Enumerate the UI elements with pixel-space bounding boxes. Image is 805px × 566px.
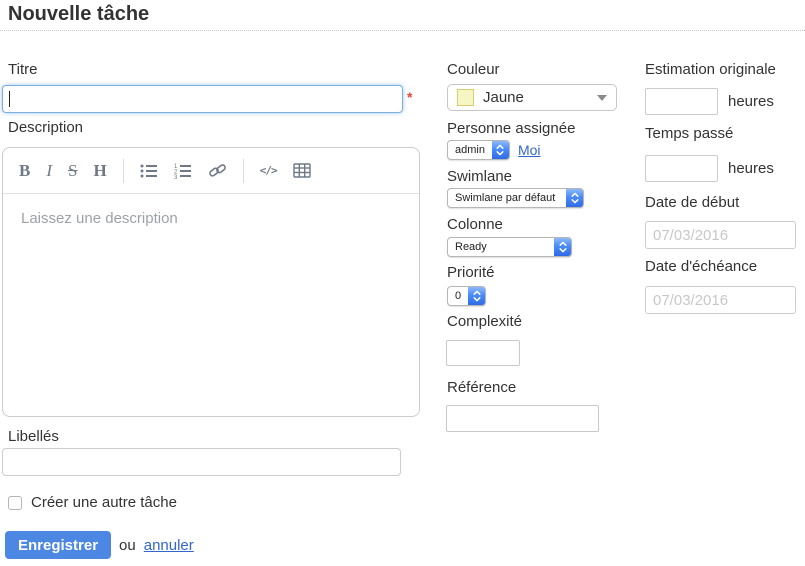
swimlane-selected-value: Swimlane par défaut: [455, 192, 555, 204]
heading-icon[interactable]: H: [93, 162, 106, 179]
column-label: Colonne: [447, 216, 503, 233]
text-caret: [9, 91, 10, 107]
ordered-list-icon[interactable]: 123: [174, 163, 192, 179]
select-stepper-icon: [566, 189, 583, 207]
estimate-label: Estimation originale: [645, 61, 776, 78]
required-asterisk: *: [407, 89, 412, 105]
create-another-label: Créer une autre tâche: [31, 494, 177, 511]
swimlane-select[interactable]: Swimlane par défaut: [447, 188, 584, 208]
labels-label: Libellés: [8, 428, 59, 445]
assign-to-me-link[interactable]: Moi: [518, 142, 541, 158]
description-editor: B I S H 123: [2, 147, 420, 417]
priority-selected-value: 0: [455, 290, 461, 302]
labels-input[interactable]: [2, 448, 401, 476]
reference-input[interactable]: [446, 405, 599, 432]
assignee-select[interactable]: admin: [447, 140, 510, 160]
page-header: Nouvelle tâche: [0, 0, 805, 31]
color-label: Couleur: [447, 61, 500, 78]
assignee-label: Personne assignée: [447, 120, 575, 137]
toolbar-separator: [123, 159, 124, 183]
spent-label: Temps passé: [645, 125, 733, 142]
start-date-label: Date de début: [645, 194, 739, 211]
link-icon[interactable]: [208, 162, 227, 179]
editor-toolbar: B I S H 123: [3, 148, 419, 194]
due-date-label: Date d'échéance: [645, 258, 757, 275]
strikethrough-icon[interactable]: S: [68, 162, 77, 179]
estimate-input[interactable]: [645, 88, 718, 115]
reference-label: Référence: [447, 379, 516, 396]
form-actions: Enregistrer ou annuler: [5, 531, 194, 559]
create-another-checkbox[interactable]: [8, 496, 22, 510]
spent-unit: heures: [728, 160, 774, 177]
column-selected-value: Ready: [455, 241, 487, 253]
description-placeholder: Laissez une description: [21, 210, 178, 227]
cancel-link[interactable]: annuler: [144, 537, 194, 554]
or-text: ou: [119, 537, 136, 554]
chevron-down-icon: [597, 95, 607, 101]
italic-icon[interactable]: I: [46, 162, 52, 179]
color-selected-value: Jaune: [483, 89, 524, 106]
svg-text:3: 3: [174, 175, 178, 179]
description-textarea[interactable]: Laissez une description: [3, 194, 419, 416]
title-input[interactable]: [2, 85, 403, 113]
complexity-label: Complexité: [447, 313, 522, 330]
code-icon[interactable]: </>: [260, 165, 277, 176]
title-label: Titre: [8, 61, 37, 78]
priority-select[interactable]: 0: [447, 286, 486, 306]
description-label: Description: [8, 119, 83, 136]
estimate-unit: heures: [728, 93, 774, 110]
assignee-selected-value: admin: [455, 144, 485, 156]
color-swatch-yellow: [457, 89, 474, 106]
start-date-input[interactable]: [645, 221, 796, 249]
save-button[interactable]: Enregistrer: [5, 531, 111, 559]
select-stepper-icon: [554, 238, 571, 256]
priority-label: Priorité: [447, 264, 495, 281]
table-icon[interactable]: [293, 163, 311, 178]
bold-icon[interactable]: B: [19, 162, 30, 179]
toolbar-separator: [243, 159, 244, 183]
select-stepper-icon: [492, 141, 509, 159]
due-date-input[interactable]: [645, 286, 796, 314]
color-dropdown[interactable]: Jaune: [447, 84, 617, 111]
title-field-wrap: [2, 85, 403, 113]
complexity-input[interactable]: [446, 340, 520, 366]
unordered-list-icon[interactable]: [140, 163, 158, 179]
column-select[interactable]: Ready: [447, 237, 572, 257]
select-stepper-icon: [468, 287, 485, 305]
spent-input[interactable]: [645, 155, 718, 182]
new-task-page: Nouvelle tâche Titre * Description B I S…: [0, 0, 805, 566]
swimlane-label: Swimlane: [447, 168, 512, 185]
page-title: Nouvelle tâche: [8, 0, 805, 29]
